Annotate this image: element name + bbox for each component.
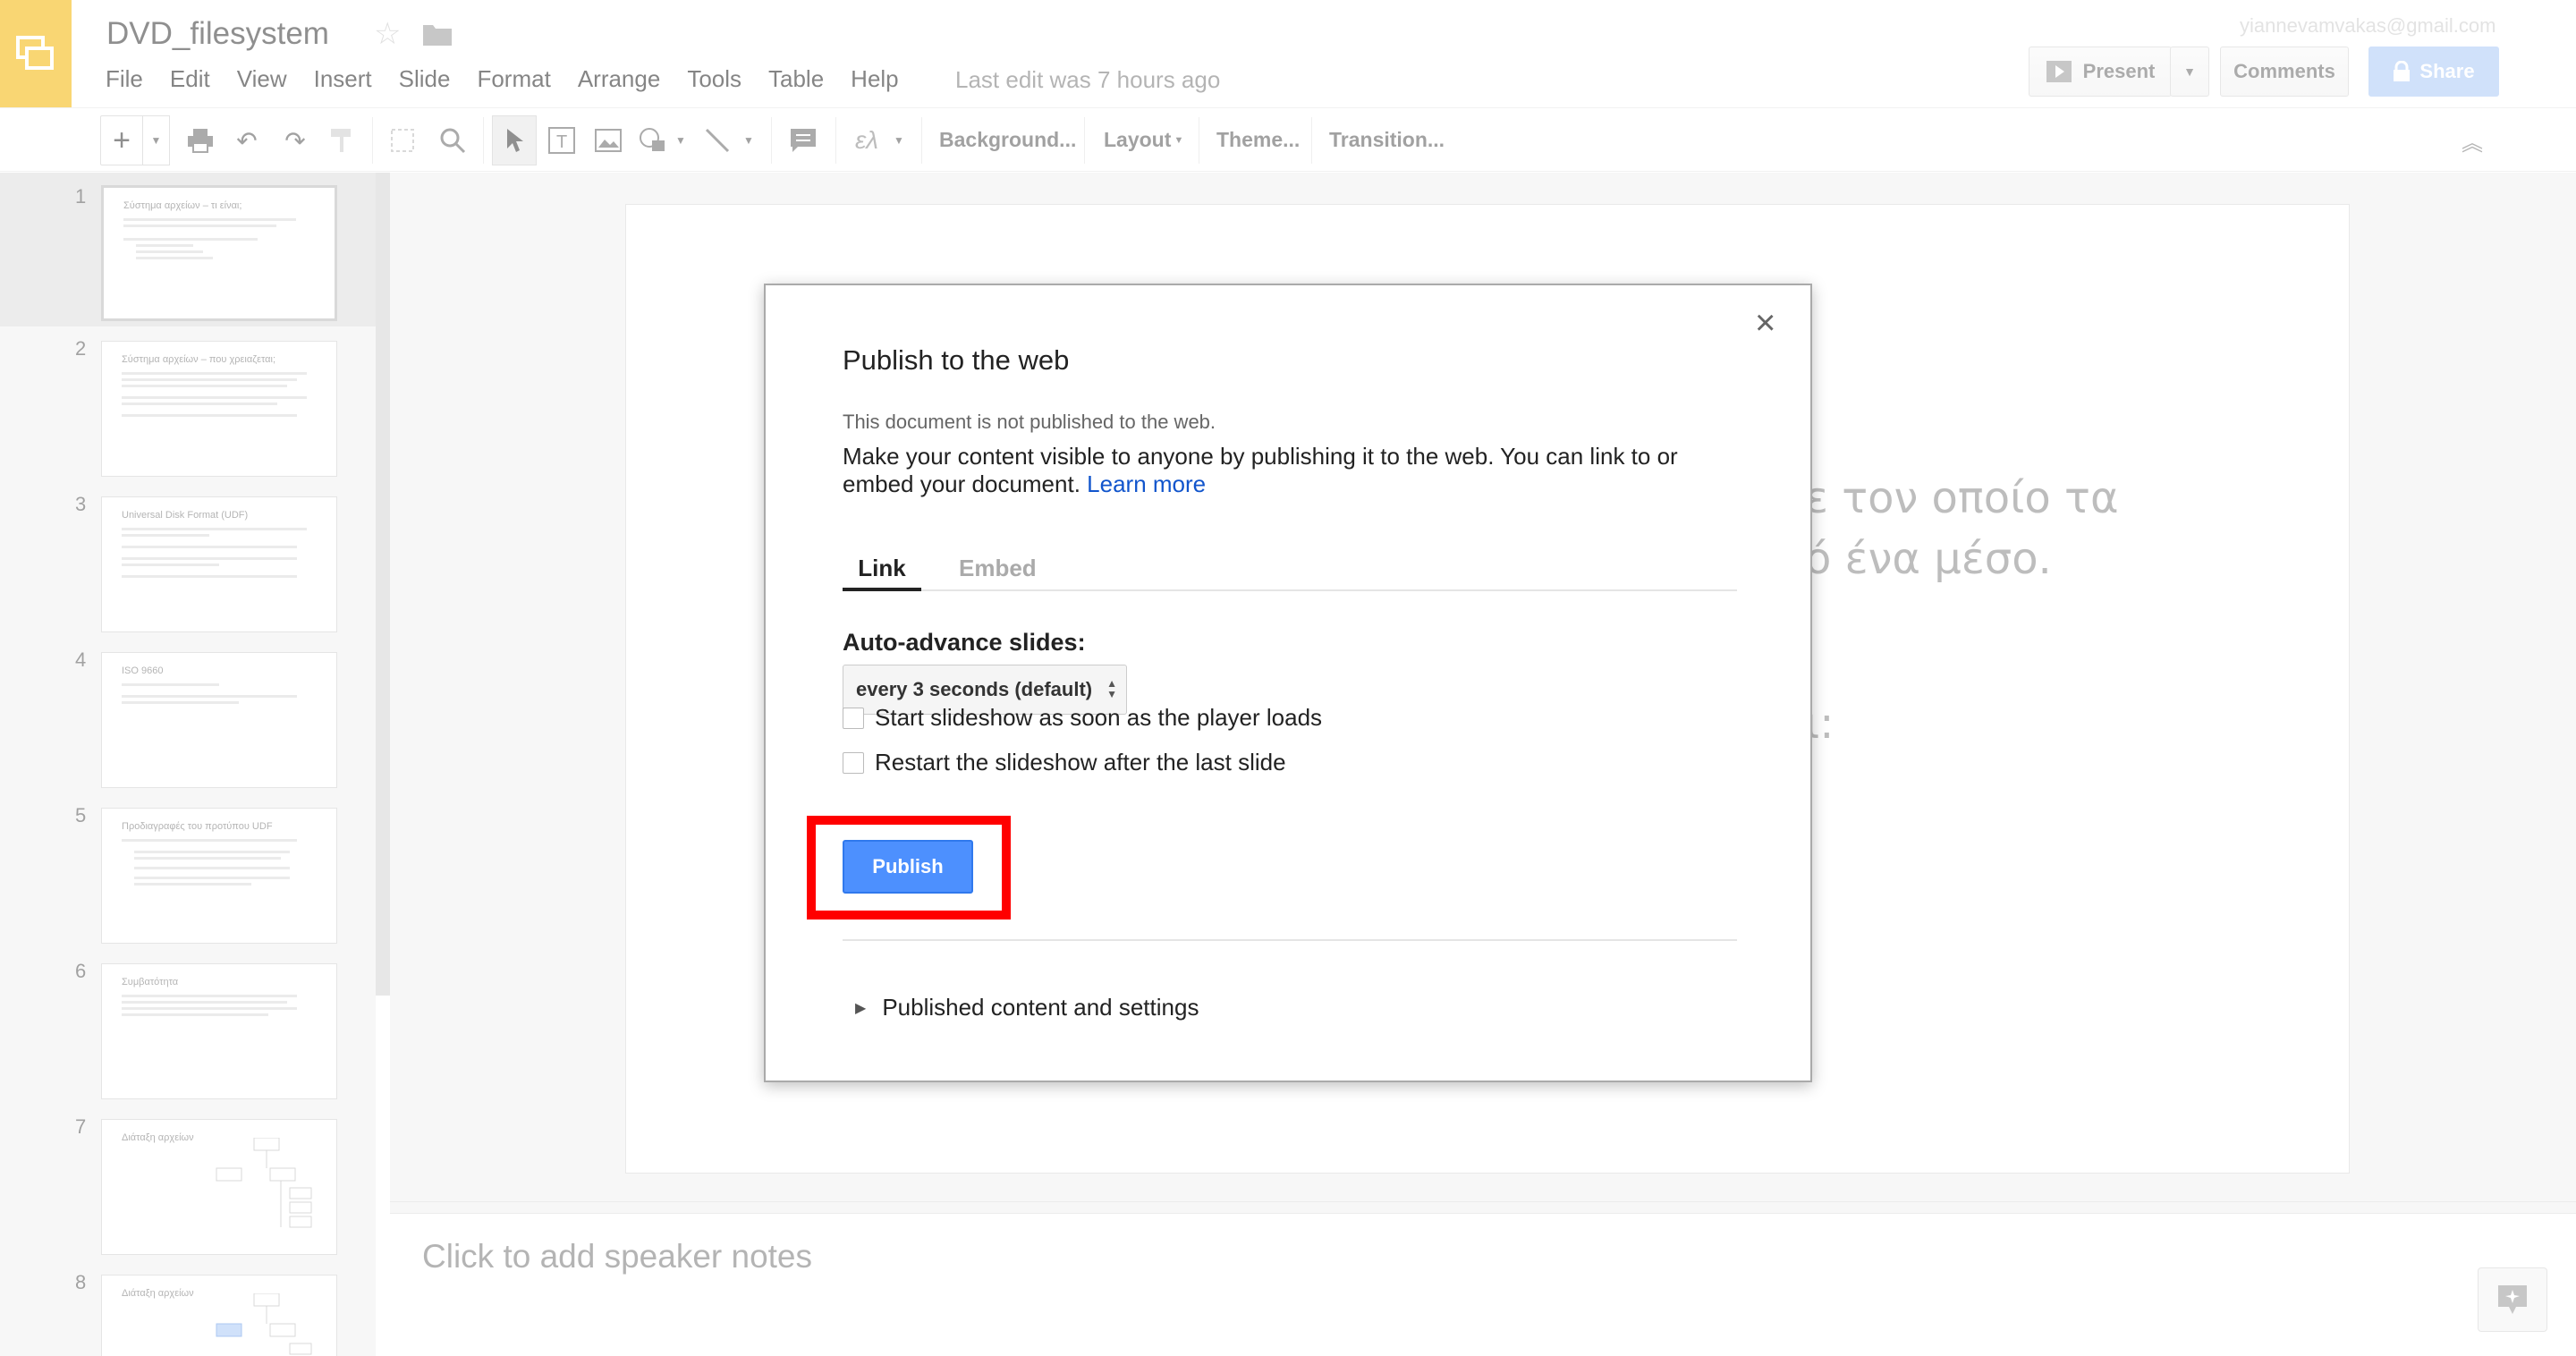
published-settings-toggle[interactable]: ▶ Published content and settings: [855, 994, 1199, 1021]
restart-slideshow-label[interactable]: Restart the slideshow after the last sli…: [875, 749, 1286, 776]
auto-advance-label: Auto-advance slides:: [843, 629, 1086, 656]
slides-app: DVD_filesystem ☆ File Edit View Insert S…: [0, 0, 2576, 1356]
published-settings-label[interactable]: Published content and settings: [882, 994, 1199, 1021]
restart-slideshow-option[interactable]: Restart the slideshow after the last sli…: [843, 749, 1286, 776]
start-slideshow-option[interactable]: Start slideshow as soon as the player lo…: [843, 704, 1322, 732]
publish-description-text: Make your content visible to anyone by p…: [843, 443, 1678, 497]
select-arrows-icon: ▲ ▼: [1106, 677, 1117, 700]
publish-description: Make your content visible to anyone by p…: [843, 443, 1737, 498]
auto-advance-value: every 3 seconds (default): [856, 678, 1093, 700]
dialog-title: Publish to the web: [843, 344, 1070, 376]
close-icon[interactable]: ×: [1755, 305, 1775, 341]
publish-tabs: Link Embed: [843, 552, 1737, 591]
restart-slideshow-checkbox[interactable]: [843, 751, 864, 774]
dialog-divider: [843, 939, 1737, 941]
triangle-right-icon: ▶: [855, 1000, 867, 1016]
start-slideshow-checkbox[interactable]: [843, 707, 864, 729]
learn-more-link[interactable]: Learn more: [1087, 470, 1206, 497]
start-slideshow-label[interactable]: Start slideshow as soon as the player lo…: [875, 704, 1322, 732]
publish-status: This document is not published to the we…: [843, 411, 1216, 433]
tab-embed[interactable]: Embed: [959, 552, 1037, 591]
publish-button[interactable]: Publish: [843, 840, 973, 894]
publish-dialog: × Publish to the web This document is no…: [764, 284, 1812, 1082]
tab-link[interactable]: Link: [843, 552, 921, 591]
